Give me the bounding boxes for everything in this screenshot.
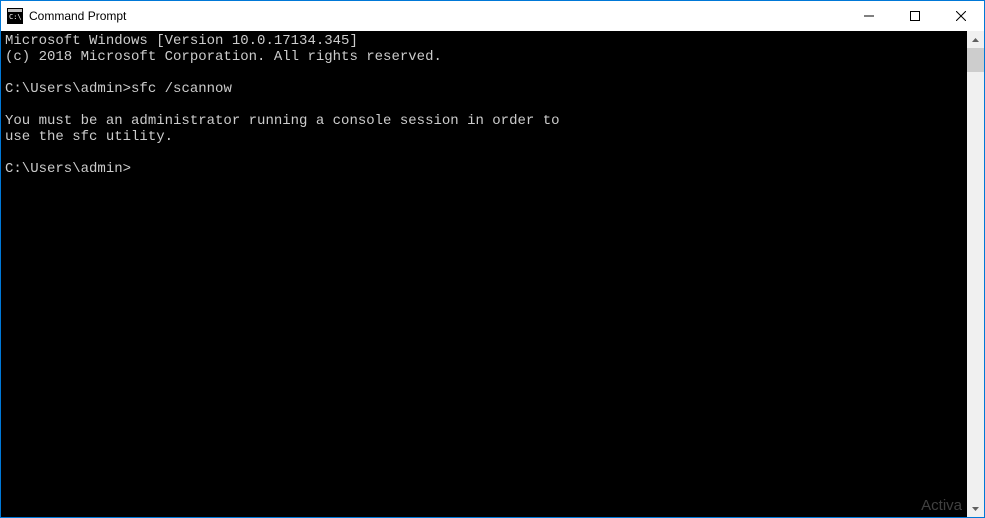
titlebar[interactable]: C:\ Command Prompt bbox=[1, 1, 984, 31]
copyright-line: (c) 2018 Microsoft Corporation. All righ… bbox=[5, 49, 442, 65]
minimize-button[interactable] bbox=[846, 1, 892, 31]
cmd-icon: C:\ bbox=[7, 8, 23, 24]
close-icon bbox=[956, 11, 966, 21]
console-output[interactable]: Microsoft Windows [Version 10.0.17134.34… bbox=[1, 31, 967, 517]
error-message-line2: use the sfc utility. bbox=[5, 129, 173, 145]
error-message-line1: You must be an administrator running a c… bbox=[5, 113, 560, 129]
scroll-thumb[interactable] bbox=[967, 48, 984, 72]
close-button[interactable] bbox=[938, 1, 984, 31]
window-controls bbox=[846, 1, 984, 31]
minimize-icon bbox=[864, 11, 874, 21]
prompt-path: C:\Users\admin> bbox=[5, 81, 131, 97]
command-prompt-window: C:\ Command Prompt Micr bbox=[0, 0, 985, 518]
scroll-up-arrow-icon[interactable] bbox=[967, 31, 984, 48]
maximize-icon bbox=[910, 11, 920, 21]
prompt-path: C:\Users\admin> bbox=[5, 161, 131, 177]
scroll-down-arrow-icon[interactable] bbox=[967, 500, 984, 517]
window-title: Command Prompt bbox=[29, 9, 846, 23]
maximize-button[interactable] bbox=[892, 1, 938, 31]
command-input: sfc /scannow bbox=[131, 81, 232, 97]
console-area: Microsoft Windows [Version 10.0.17134.34… bbox=[1, 31, 984, 517]
vertical-scrollbar[interactable] bbox=[967, 31, 984, 517]
version-line: Microsoft Windows [Version 10.0.17134.34… bbox=[5, 33, 358, 49]
svg-text:C:\: C:\ bbox=[9, 13, 22, 21]
scroll-track[interactable] bbox=[967, 48, 984, 500]
